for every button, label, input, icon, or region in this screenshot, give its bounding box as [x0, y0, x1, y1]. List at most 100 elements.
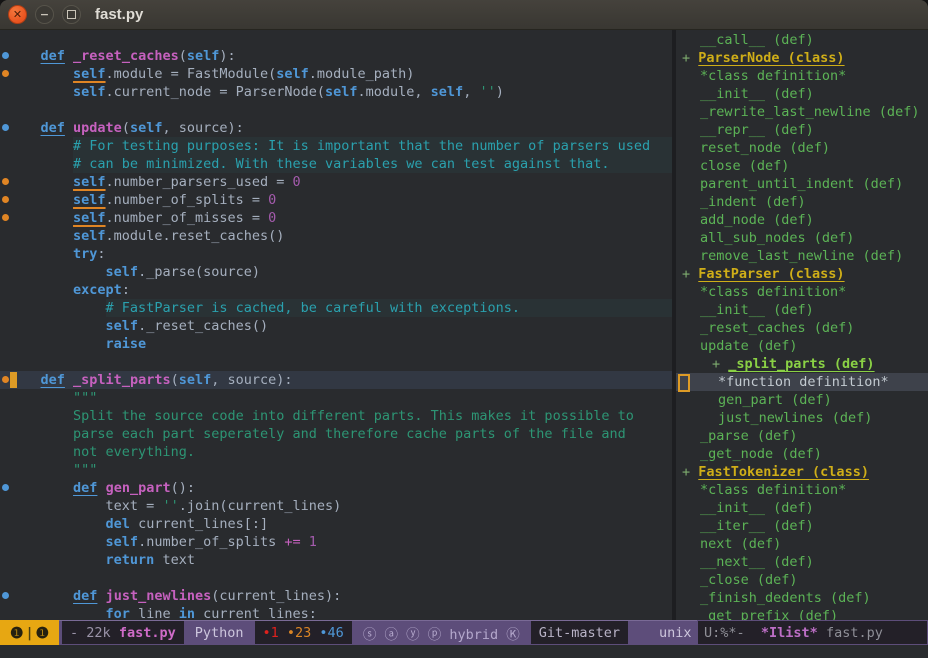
- code-line[interactable]: del current_lines[:]: [0, 515, 672, 533]
- modeline-segment-git-branch[interactable]: Git-master: [531, 621, 628, 644]
- code-area[interactable]: def _reset_caches(self): self.module = F…: [0, 30, 676, 620]
- sidebar-item-label: __call__ (def): [700, 32, 814, 48]
- code-line[interactable]: Split the source code into different par…: [0, 407, 672, 425]
- sidebar-item[interactable]: _get_prefix (def): [676, 607, 928, 620]
- code-line[interactable]: self._parse(source): [0, 263, 672, 281]
- sidebar-item[interactable]: _rewrite_last_newline (def): [676, 103, 928, 121]
- code-line[interactable]: try:: [0, 245, 672, 263]
- sidebar-item[interactable]: __init__ (def): [676, 301, 928, 319]
- code-line[interactable]: return text: [0, 551, 672, 569]
- code-line[interactable]: # FastParser is cached, be careful with …: [0, 299, 672, 317]
- close-button[interactable]: ✕: [8, 5, 27, 24]
- imenu-sidebar[interactable]: __call__ (def)+ ParserNode (class)*class…: [676, 30, 928, 620]
- current-entry-bracket-icon: [678, 374, 690, 392]
- sidebar-item[interactable]: __next__ (def): [676, 553, 928, 571]
- code-line[interactable]: self.number_parsers_used = 0: [0, 173, 672, 191]
- code-line[interactable]: self.current_node = ParserNode(self.modu…: [0, 83, 672, 101]
- sidebar-item[interactable]: _get_node (def): [676, 445, 928, 463]
- sidebar-item-label: __repr__ (def): [700, 122, 814, 138]
- code-line[interactable]: """: [0, 389, 672, 407]
- code-line[interactable]: self.number_of_splits = 0: [0, 191, 672, 209]
- sidebar-item[interactable]: __repr__ (def): [676, 121, 928, 139]
- code-line[interactable]: [0, 569, 672, 587]
- sidebar-item[interactable]: update (def): [676, 337, 928, 355]
- sidebar-item[interactable]: *class definition*: [676, 283, 928, 301]
- code-line[interactable]: def _split_parts(self, source):: [0, 371, 672, 389]
- code-token: [8, 515, 106, 533]
- code-line[interactable]: """: [0, 461, 672, 479]
- sidebar-item[interactable]: next (def): [676, 535, 928, 553]
- code-line[interactable]: self.module = FastModule(self.module_pat…: [0, 65, 672, 83]
- code-line[interactable]: def _reset_caches(self):: [0, 47, 672, 65]
- sidebar-item[interactable]: _indent (def): [676, 193, 928, 211]
- code-token: self: [179, 371, 212, 389]
- code-line[interactable]: def update(self, source):: [0, 119, 672, 137]
- sidebar-item[interactable]: gen_part (def): [676, 391, 928, 409]
- code-token: self: [73, 83, 106, 101]
- code-token: ._parse(source): [138, 263, 260, 281]
- echo-area[interactable]: [0, 645, 928, 658]
- code-line[interactable]: not everything.: [0, 443, 672, 461]
- code-token: self: [276, 65, 309, 83]
- modeline-segment-encoding-position[interactable]: unix | 2: [651, 620, 697, 645]
- code-line[interactable]: def gen_part():: [0, 479, 672, 497]
- fringe-warning-dot-icon: [2, 214, 9, 221]
- modeline-segment-minor-modes[interactable]: ⓢ ⓐ ⓨ ⓟ hybrid Ⓚ: [355, 620, 528, 645]
- sidebar-item[interactable]: add_node (def): [676, 211, 928, 229]
- code-line[interactable]: except:: [0, 281, 672, 299]
- sidebar-item[interactable]: parent_until_indent (def): [676, 175, 928, 193]
- sidebar-item[interactable]: _parse (def): [676, 427, 928, 445]
- code-token: return: [106, 551, 155, 569]
- code-line[interactable]: parse each part seperately and therefore…: [0, 425, 672, 443]
- code-line[interactable]: for line in current_lines:: [0, 605, 672, 620]
- code-token: self: [73, 227, 106, 245]
- sidebar-item[interactable]: all_sub_nodes (def): [676, 229, 928, 247]
- sidebar-item[interactable]: __init__ (def): [676, 499, 928, 517]
- minimize-button[interactable]: −: [35, 5, 54, 24]
- code-line[interactable]: raise: [0, 335, 672, 353]
- code-line[interactable]: text = ''.join(current_lines): [0, 497, 672, 515]
- sidebar-item[interactable]: *class definition*: [676, 481, 928, 499]
- code-line[interactable]: [0, 353, 672, 371]
- code-line[interactable]: self._reset_caches(): [0, 317, 672, 335]
- modeline-segment-window-numbers[interactable]: ❶|❶: [0, 620, 59, 645]
- sidebar-item[interactable]: + _split_parts (def): [676, 355, 928, 373]
- code-token: 1: [309, 533, 317, 551]
- sidebar-item-label: reset_node (def): [700, 140, 830, 156]
- sidebar-item[interactable]: _reset_caches (def): [676, 319, 928, 337]
- modeline-segment-flycheck-counts[interactable]: •1 •23 •46: [255, 621, 352, 644]
- sidebar-item[interactable]: _close (def): [676, 571, 928, 589]
- code-line[interactable]: [0, 101, 672, 119]
- sidebar-item[interactable]: + FastTokenizer (class): [676, 463, 928, 481]
- code-line[interactable]: self.number_of_misses = 0: [0, 209, 672, 227]
- sidebar-item[interactable]: close (def): [676, 157, 928, 175]
- maximize-button[interactable]: [62, 5, 81, 24]
- code-token: [8, 479, 73, 497]
- sidebar-item[interactable]: just_newlines (def): [676, 409, 928, 427]
- modeline-segment-major-mode[interactable]: Python: [187, 620, 252, 645]
- sidebar-item[interactable]: *class definition*: [676, 67, 928, 85]
- code-token: self: [325, 83, 358, 101]
- sidebar-item[interactable]: __iter__ (def): [676, 517, 928, 535]
- sidebar-item[interactable]: _finish_dedents (def): [676, 589, 928, 607]
- fringe-warning-dot-icon: [2, 196, 9, 203]
- code-token: def: [73, 479, 97, 497]
- code-token: ): [496, 83, 504, 101]
- sidebar-item[interactable]: __init__ (def): [676, 85, 928, 103]
- code-line[interactable]: # can be minimized. With these variables…: [0, 155, 672, 173]
- code-line[interactable]: # For testing purposes: It is important …: [0, 137, 672, 155]
- code-token: [8, 137, 73, 155]
- code-line[interactable]: def just_newlines(current_lines):: [0, 587, 672, 605]
- sidebar-item-label: FastTokenizer (class): [698, 464, 869, 480]
- sidebar-item[interactable]: *function definition*: [676, 373, 928, 391]
- code-line[interactable]: self.number_of_splits += 1: [0, 533, 672, 551]
- sidebar-item[interactable]: __call__ (def): [676, 31, 928, 49]
- sidebar-item[interactable]: reset_node (def): [676, 139, 928, 157]
- code-token: [8, 83, 73, 101]
- modeline-segment-buffer-info[interactable]: - 22k fast.py: [62, 621, 184, 644]
- code-line[interactable]: self.module.reset_caches(): [0, 227, 672, 245]
- sidebar-item[interactable]: + FastParser (class): [676, 265, 928, 283]
- sidebar-item-label: gen_part (def): [718, 392, 832, 408]
- sidebar-item[interactable]: + ParserNode (class): [676, 49, 928, 67]
- sidebar-item[interactable]: remove_last_newline (def): [676, 247, 928, 265]
